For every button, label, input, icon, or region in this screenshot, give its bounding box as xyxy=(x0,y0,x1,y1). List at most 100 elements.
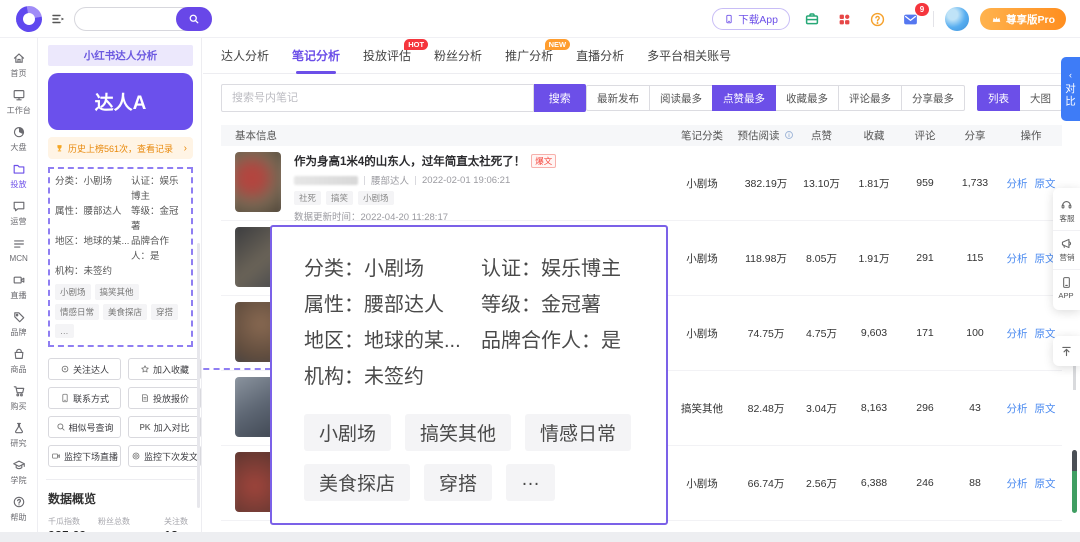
compare-drawer-tab[interactable]: ‹ 对比 xyxy=(1061,57,1080,121)
sort-most-collected[interactable]: 收藏最多 xyxy=(775,85,839,111)
analyze-link[interactable]: 分析 xyxy=(1007,326,1028,341)
original-link[interactable]: 原文 xyxy=(1035,176,1056,191)
rail-item-goods[interactable]: 商品 xyxy=(0,342,38,379)
user-avatar[interactable] xyxy=(944,7,969,31)
note-search-input[interactable] xyxy=(221,84,534,112)
cell-likes: 4.75万 xyxy=(806,327,837,340)
rail-item-market[interactable]: 大盘 xyxy=(0,120,38,157)
tab-fans-analysis[interactable]: 粉丝分析 xyxy=(434,38,482,74)
help-button[interactable] xyxy=(866,8,889,30)
rail-item-launch[interactable]: 投放 xyxy=(0,157,38,194)
analyze-link[interactable]: 分析 xyxy=(1007,476,1028,491)
table-row: 作为身高1米4的山东人，过年简直太社死了！ 爆文 腰部达人 2022-02-01… xyxy=(221,146,1062,223)
monitor-next-live-button[interactable]: 监控下场直播 xyxy=(48,445,122,467)
global-search-button[interactable] xyxy=(176,7,212,31)
original-link[interactable]: 原文 xyxy=(1035,326,1056,341)
note-thumbnail[interactable] xyxy=(235,152,281,212)
sort-most-liked[interactable]: 点赞最多 xyxy=(712,85,776,111)
target-icon xyxy=(132,452,140,460)
rail-item-brand[interactable]: 品牌 xyxy=(0,305,38,342)
tab-live-analysis[interactable]: 直播分析 xyxy=(576,38,624,74)
original-link[interactable]: 原文 xyxy=(1035,401,1056,416)
customer-service-button[interactable]: 客服 xyxy=(1053,192,1080,230)
sort-most-commented[interactable]: 评论最多 xyxy=(838,85,902,111)
rail-item-workbench[interactable]: 工作台 xyxy=(0,83,38,120)
talent-tag: 小剧场 xyxy=(304,414,392,451)
app-download-button[interactable]: APP xyxy=(1053,269,1080,306)
add-favorite-button[interactable]: 加入收藏 xyxy=(128,358,202,380)
cell-category: 小剧场 xyxy=(686,477,718,490)
tag-icon xyxy=(14,311,25,322)
contact-info-button[interactable]: 联系方式 xyxy=(48,387,122,409)
brand-logo-icon[interactable] xyxy=(10,0,48,38)
talent-tag-more: … xyxy=(506,464,556,501)
original-link[interactable]: 原文 xyxy=(1035,476,1056,491)
marketing-button[interactable]: 营销 xyxy=(1053,230,1080,269)
topbar: 下载App 9 尊享版Pro xyxy=(0,0,1080,38)
page-scrollbar-thumb-active[interactable] xyxy=(1072,471,1077,513)
apps-grid-button[interactable] xyxy=(833,8,856,30)
note-publish-time: 2022-02-01 19:06:21 xyxy=(422,174,511,186)
rail-item-home[interactable]: 首页 xyxy=(0,46,38,83)
cell-category: 小剧场 xyxy=(686,252,718,265)
view-list[interactable]: 列表 xyxy=(977,85,1020,111)
rail-item-mcn[interactable]: MCN xyxy=(0,231,38,268)
talent-name-card[interactable]: 达人A xyxy=(48,73,193,130)
focus-icon xyxy=(61,365,69,373)
download-app-button[interactable]: 下载App xyxy=(712,8,790,30)
rail-item-live[interactable]: 直播 xyxy=(0,268,38,305)
rail-item-college[interactable]: 学院 xyxy=(0,453,38,490)
analyze-link[interactable]: 分析 xyxy=(1007,401,1028,416)
pk-icon: PK xyxy=(139,422,151,432)
sort-latest[interactable]: 最新发布 xyxy=(586,85,650,111)
history-rank-link[interactable]: 历史上榜561次，查看记录 › xyxy=(48,137,193,159)
messages-button[interactable]: 9 xyxy=(899,3,929,30)
header-estimated-reads[interactable]: 预估阅读 xyxy=(737,128,795,143)
sort-button-group: 最新发布 阅读最多 点赞最多 收藏最多 评论最多 分享最多 xyxy=(586,85,965,111)
tab-note-analysis[interactable]: 笔记分析 xyxy=(292,38,340,74)
note-search-button[interactable]: 搜索 xyxy=(533,84,586,112)
page-scrollbar-thumb[interactable] xyxy=(1072,450,1077,472)
follow-talent-button[interactable]: 关注达人 xyxy=(48,358,122,380)
header-note-category: 笔记分类 xyxy=(681,130,723,142)
cell-comments: 291 xyxy=(916,252,934,264)
talent-tag: 穿搭 xyxy=(424,464,493,501)
toolbox-button[interactable] xyxy=(800,8,823,30)
magnified-tag-row: 小剧场 搞笑其他 情感日常 xyxy=(304,414,646,451)
sort-most-shared[interactable]: 分享最多 xyxy=(901,85,965,111)
rail-item-purchase[interactable]: 购买 xyxy=(0,379,38,416)
talent-profile-box: 分类：小剧场 认证：娱乐博主 属性：腰部达人 等级：金冠薯 地区：地球的某... 品牌… xyxy=(48,167,193,347)
tab-promotion-analysis[interactable]: 推广分析 NEW xyxy=(505,38,571,74)
cell-likes: 8.05万 xyxy=(806,252,837,265)
cell-comments: 959 xyxy=(916,177,934,189)
hot-badge: HOT xyxy=(404,38,429,50)
cell-reads: 82.48万 xyxy=(747,402,785,415)
rail-item-help[interactable]: 帮助 xyxy=(0,490,38,527)
panel-scrollbar[interactable] xyxy=(197,243,200,508)
similar-accounts-button[interactable]: 相似号查询 xyxy=(48,416,122,438)
layers-icon xyxy=(14,239,24,248)
placement-quote-button[interactable]: 投放报价 xyxy=(128,387,202,409)
collapse-menu-icon[interactable] xyxy=(50,11,66,32)
rail-item-operation[interactable]: 运营 xyxy=(0,194,38,231)
rail-item-research[interactable]: 研究 xyxy=(0,416,38,453)
tab-talent-analysis[interactable]: 达人分析 xyxy=(221,38,269,74)
app-window: 下载App 9 尊享版Pro 首页 工作台 大盘 投放 运营 MCN 直播 品牌… xyxy=(0,0,1080,542)
monitor-next-post-button[interactable]: 监控下次发文 xyxy=(128,445,202,467)
document-icon xyxy=(142,394,148,402)
back-to-top-button[interactable] xyxy=(1053,336,1080,366)
note-title[interactable]: 作为身高1米4的山东人，过年简直太社死了！ xyxy=(294,153,525,169)
pk-compare-button[interactable]: PK 加入对比 xyxy=(128,416,202,438)
pro-membership-button[interactable]: 尊享版Pro xyxy=(979,8,1066,30)
view-grid[interactable]: 大图 xyxy=(1019,85,1062,111)
cell-shares: 88 xyxy=(969,477,981,489)
talent-tag-more[interactable]: … xyxy=(55,324,74,338)
cart-icon xyxy=(13,385,25,396)
tab-placement-evaluation[interactable]: 投放评估 HOT xyxy=(363,38,429,74)
notification-count-badge: 9 xyxy=(914,3,929,16)
analyze-link[interactable]: 分析 xyxy=(1007,176,1028,191)
tab-multi-platform-accounts[interactable]: 多平台相关账号 xyxy=(647,38,731,74)
chevron-left-icon: ‹ xyxy=(1069,69,1072,80)
sort-most-read[interactable]: 阅读最多 xyxy=(649,85,713,111)
analyze-link[interactable]: 分析 xyxy=(1007,251,1028,266)
